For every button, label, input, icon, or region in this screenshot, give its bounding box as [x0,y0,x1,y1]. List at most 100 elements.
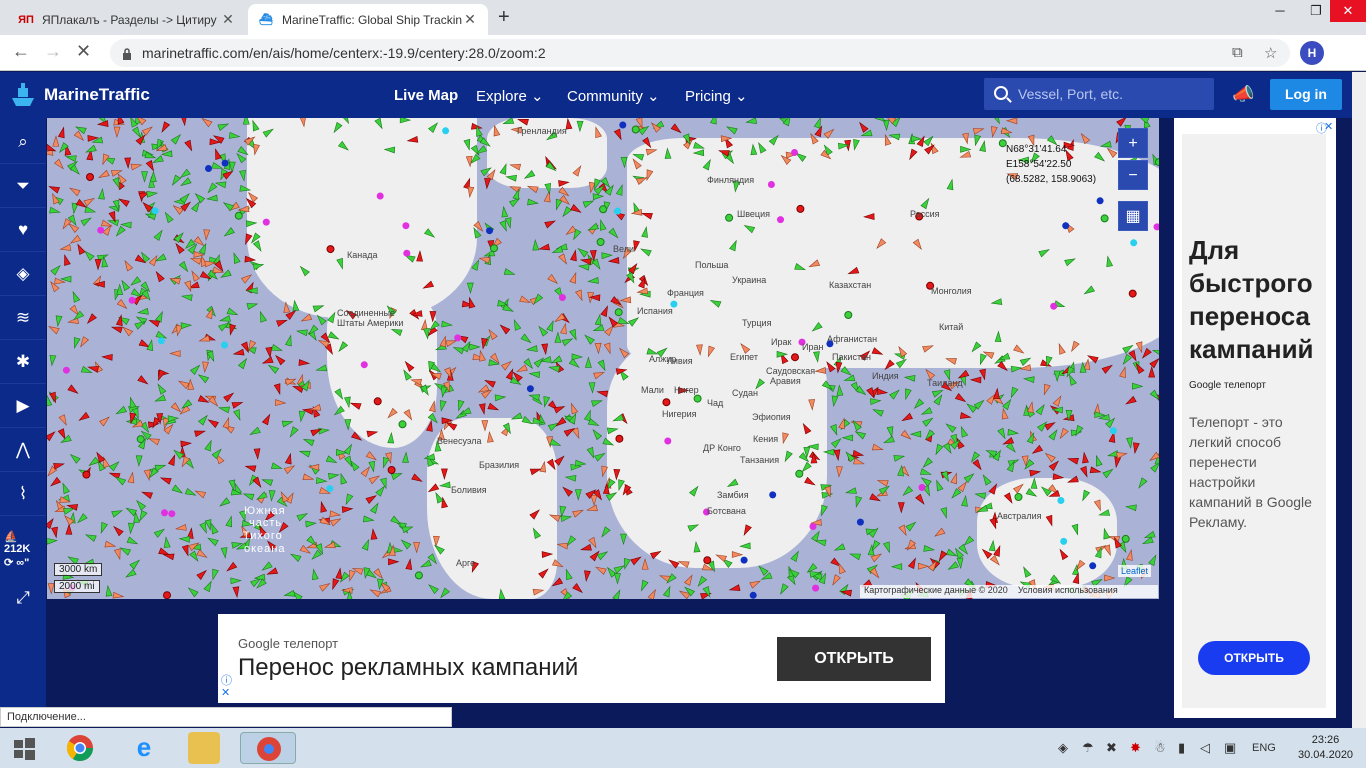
vessel-marker[interactable] [1025,488,1038,499]
vessel-marker[interactable] [163,536,171,548]
vessel-anchored-marker[interactable] [402,222,410,230]
vessel-marker[interactable] [1026,401,1035,413]
vessel-anchored-marker[interactable] [693,394,702,403]
vessel-marker[interactable] [1148,366,1156,378]
vessel-marker[interactable] [613,128,624,141]
vessel-marker[interactable] [232,348,245,357]
vessel-marker[interactable] [1149,357,1159,369]
vessel-marker[interactable] [1121,353,1133,366]
vessel-anchored-marker[interactable] [1060,537,1068,545]
vessel-marker[interactable] [289,551,302,563]
vessel-marker[interactable] [196,568,208,580]
volume-icon[interactable]: ◁ [1200,740,1210,756]
url-field[interactable]: marinetraffic.com/en/ais/home/centerx:-1… [110,39,1290,67]
vessel-marker[interactable] [857,121,869,133]
vessel-marker[interactable] [225,561,238,573]
vessel-anchored-marker[interactable] [387,466,396,474]
vessel-marker[interactable] [642,137,654,149]
vessel-marker[interactable] [628,315,641,327]
zoom-in-button[interactable]: + [1118,128,1148,158]
vessel-anchored-marker[interactable] [703,556,712,565]
vessel-marker[interactable] [1053,370,1061,383]
vessel-marker[interactable] [111,508,124,518]
vessel-marker[interactable] [319,581,331,592]
vessel-marker[interactable] [261,477,274,487]
vessel-marker[interactable] [875,238,887,250]
vessel-marker[interactable] [917,562,930,570]
vessel-marker[interactable] [597,359,608,372]
vessel-marker[interactable] [379,477,389,490]
vessel-marker[interactable] [220,547,228,559]
vessel-marker[interactable] [1126,437,1134,449]
vessel-marker[interactable] [594,313,603,326]
vessel-marker[interactable] [542,395,551,408]
vessel-marker[interactable] [96,120,109,128]
vessel-marker[interactable] [207,536,219,547]
vessel-marker[interactable] [424,228,437,240]
vessel-marker[interactable] [576,246,589,258]
vessel-marker[interactable] [72,337,81,349]
vessel-marker[interactable] [47,394,53,407]
vessel-marker[interactable] [202,361,209,374]
vessel-marker[interactable] [614,573,621,585]
vessel-marker[interactable] [1048,428,1059,441]
vessel-marker[interactable] [486,430,494,443]
vessel-marker[interactable] [644,169,654,182]
vessel-marker[interactable] [197,372,210,384]
vessel-marker[interactable] [369,502,380,514]
vessel-anchored-marker[interactable] [376,192,384,200]
vessel-anchored-marker[interactable] [791,353,799,362]
vessel-marker[interactable] [1056,342,1066,355]
vessel-marker[interactable] [203,580,214,593]
vessel-marker[interactable] [244,255,257,263]
vessel-marker[interactable] [323,541,336,550]
vessel-marker[interactable] [824,360,836,373]
vessel-marker[interactable] [481,420,489,432]
vessel-marker[interactable] [252,240,263,253]
vessel-marker[interactable] [154,394,167,404]
vessel-marker[interactable] [47,430,57,442]
vessel-anchored-marker[interactable] [596,238,605,246]
vessel-marker[interactable] [154,270,165,283]
vessel-marker[interactable] [127,522,135,535]
vessel-marker[interactable] [328,472,340,480]
vessel-marker[interactable] [886,426,895,438]
vessel-marker[interactable] [588,181,596,194]
vessel-marker[interactable] [853,457,865,467]
vessel-marker[interactable] [329,516,342,527]
vessel-marker[interactable] [1035,403,1047,416]
vessel-marker[interactable] [505,174,517,182]
vessel-anchored-marker[interactable] [526,385,534,393]
vessel-marker[interactable] [298,448,311,458]
vessel-marker[interactable] [962,132,971,145]
vessel-marker[interactable] [981,473,992,486]
vessel-marker[interactable] [130,162,143,171]
vessel-marker[interactable] [972,459,984,472]
vessel-marker[interactable] [804,476,817,487]
vessel-marker[interactable] [912,398,925,410]
vessel-marker[interactable] [399,538,412,550]
vessel-marker[interactable] [907,148,918,161]
vessel-marker[interactable] [570,249,579,262]
vessel-marker[interactable] [467,296,476,309]
vessel-marker[interactable] [1116,118,1128,127]
vessel-marker[interactable] [232,586,240,599]
vessel-marker[interactable] [1093,454,1103,467]
vessel-marker[interactable] [284,452,293,465]
vessel-marker[interactable] [731,551,744,558]
vessel-marker[interactable] [249,426,261,437]
vessel-marker[interactable] [934,479,944,492]
vessel-marker[interactable] [808,259,821,270]
vessel-marker[interactable] [782,450,793,463]
vessel-marker[interactable] [1010,365,1023,373]
vessel-marker[interactable] [538,243,550,252]
vessel-marker[interactable] [959,150,972,160]
vessel-marker[interactable] [428,400,437,413]
vessel-marker[interactable] [94,259,102,271]
vessel-marker[interactable] [574,489,582,501]
vessel-marker[interactable] [48,184,60,194]
vessel-marker[interactable] [116,283,124,295]
vessel-marker[interactable] [549,438,562,448]
vessel-marker[interactable] [907,557,918,570]
zoom-out-button[interactable]: − [1118,160,1148,190]
